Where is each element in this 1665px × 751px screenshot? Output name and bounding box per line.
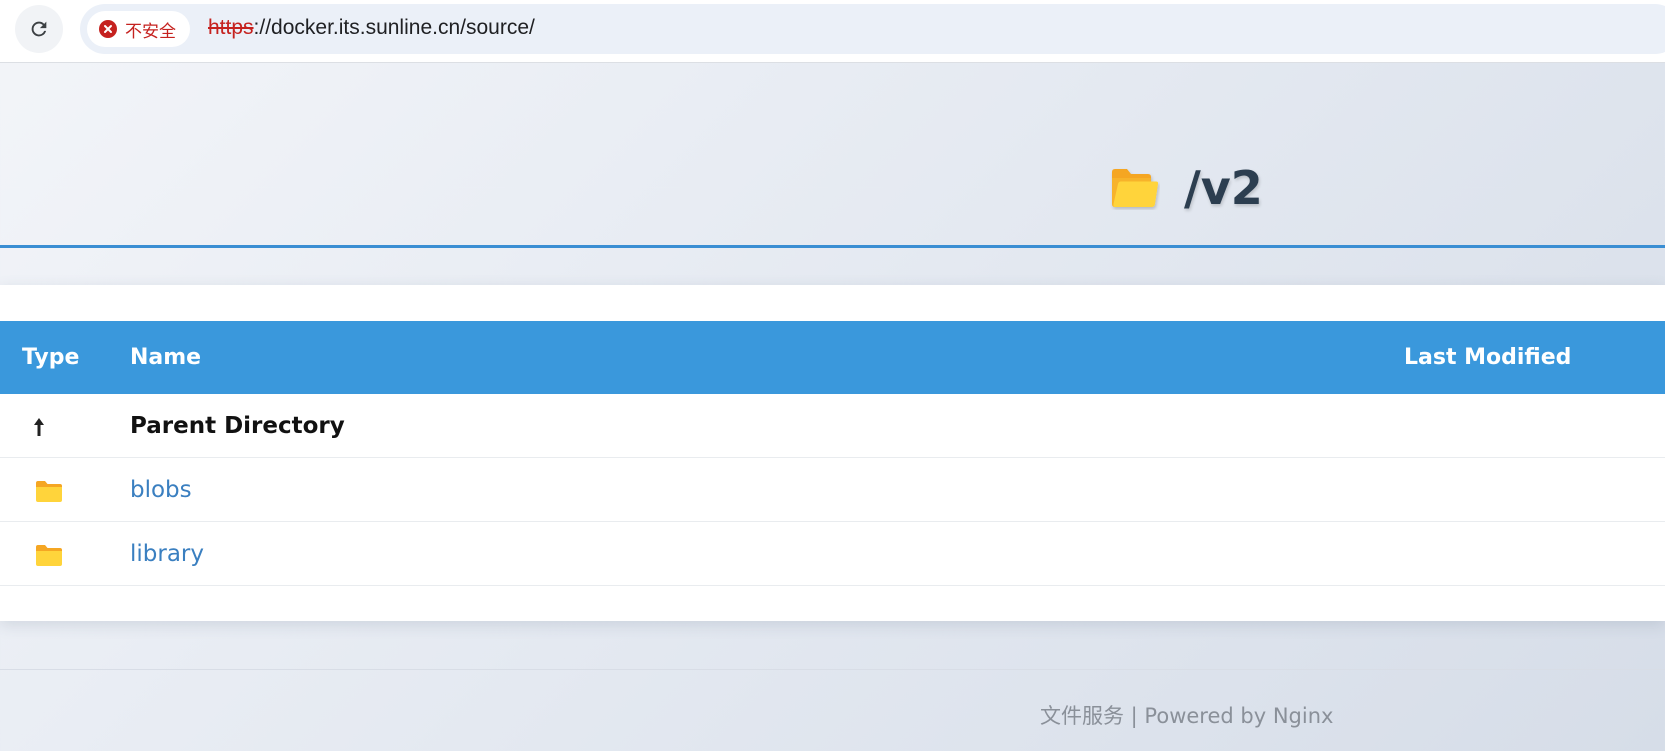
- column-header-last-modified: Last Modified: [1404, 345, 1572, 370]
- folder-link-blobs[interactable]: blobs: [130, 477, 192, 503]
- listing-card: Type Name Last Modified Parent Directory…: [0, 285, 1665, 621]
- security-indicator[interactable]: 不安全: [87, 11, 190, 47]
- browser-toolbar: 不安全 https://docker.its.sunline.cn/source…: [0, 0, 1665, 63]
- page-header: /v2: [0, 64, 1665, 248]
- table-row-parent-directory[interactable]: Parent Directory: [0, 394, 1665, 458]
- folder-link-library[interactable]: library: [130, 541, 204, 567]
- table-header: Type Name Last Modified: [0, 321, 1665, 394]
- page-title-group: /v2: [1110, 161, 1263, 215]
- footer-divider: [0, 669, 1665, 670]
- folder-open-icon: [1112, 169, 1159, 207]
- url-text[interactable]: https://docker.its.sunline.cn/source/: [208, 16, 535, 40]
- up-arrow-icon: [22, 414, 56, 440]
- footer-text: 文件服务 | Powered by Nginx: [1040, 704, 1334, 728]
- parent-directory-link[interactable]: Parent Directory: [130, 413, 345, 439]
- url-scheme: https: [208, 16, 254, 39]
- folder-icon: [32, 478, 66, 504]
- address-bar[interactable]: 不安全 https://docker.its.sunline.cn/source…: [80, 4, 1665, 54]
- column-header-type: Type: [22, 345, 80, 370]
- page-title: /v2: [1184, 161, 1263, 215]
- table-row-library[interactable]: library: [0, 522, 1665, 586]
- url-path: ://docker.its.sunline.cn/source/: [253, 16, 535, 39]
- reload-button[interactable]: [15, 5, 63, 53]
- column-header-name: Name: [130, 345, 202, 370]
- security-label: 不安全: [125, 21, 176, 42]
- folder-icon: [32, 542, 66, 568]
- not-secure-icon: [99, 20, 117, 38]
- table-row-blobs[interactable]: blobs: [0, 458, 1665, 522]
- reload-icon: [31, 21, 47, 37]
